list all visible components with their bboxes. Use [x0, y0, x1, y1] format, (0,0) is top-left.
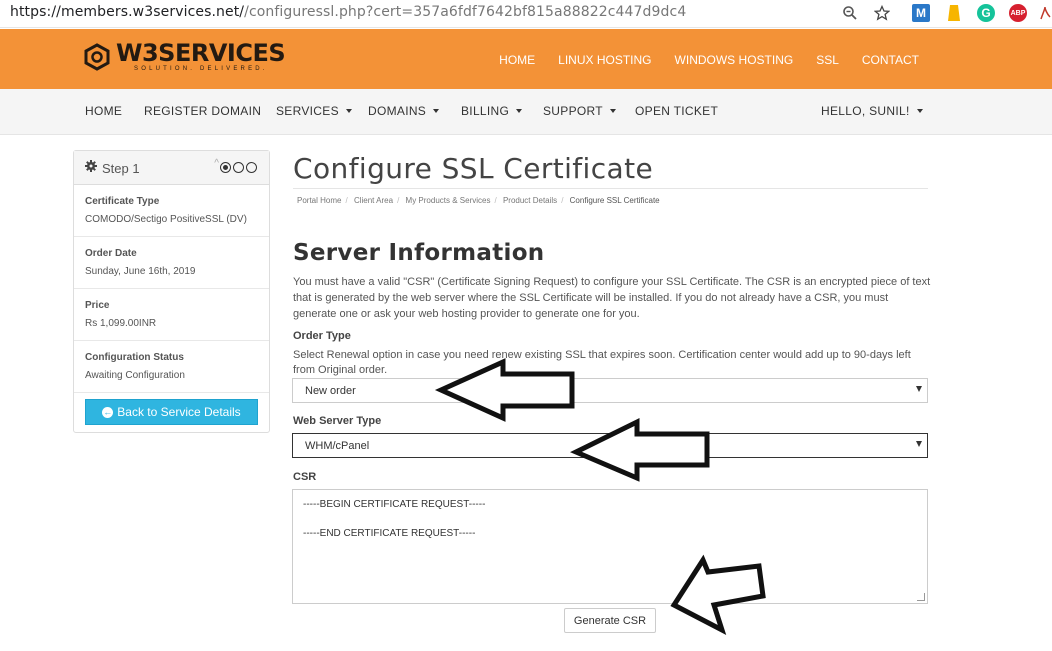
nav-support[interactable]: SUPPORT	[543, 104, 616, 118]
sidebar-item-value: Sunday, June 16th, 2019	[85, 266, 196, 277]
logo-tagline: SOLUTION. DELIVERED.	[134, 66, 268, 72]
nav-support-label: SUPPORT	[543, 104, 603, 118]
csr-label: CSR	[293, 471, 317, 483]
csr-end-line: -----END CERTIFICATE REQUEST-----	[303, 528, 476, 539]
back-to-service-details-button[interactable]: ← Back to Service Details	[85, 399, 258, 425]
sidebar-button-wrap: ← Back to Service Details	[74, 393, 269, 433]
resize-grip-icon[interactable]	[917, 593, 925, 601]
generate-csr-button[interactable]: Generate CSR	[564, 608, 656, 633]
csr-textarea[interactable]: -----BEGIN CERTIFICATE REQUEST----- ----…	[292, 489, 928, 604]
step-indicator	[220, 162, 257, 173]
url-path: /configuressl.php?cert=357a6fdf7642bf815…	[244, 4, 687, 20]
breadcrumb-separator: /	[561, 196, 564, 205]
caret-down-icon	[916, 109, 923, 113]
sidebar-header: Step 1 ^	[74, 151, 269, 185]
extension-keep-icon[interactable]	[944, 3, 964, 23]
sidebar-item-certificate-type: Certificate Type COMODO/Sectigo Positive…	[74, 185, 269, 237]
nav-billing[interactable]: BILLING	[461, 104, 523, 118]
nav-domains[interactable]: DOMAINS	[368, 104, 440, 118]
web-server-type-select[interactable]: WHM/cPanel	[292, 433, 928, 458]
step-dot-active	[220, 162, 231, 173]
caret-down-icon	[516, 109, 523, 113]
nav-register-domain-label: REGISTER DOMAIN	[144, 104, 262, 118]
gear-icon	[85, 160, 97, 175]
breadcrumb-separator: /	[494, 196, 497, 205]
caret-down-icon	[433, 109, 440, 113]
nav-open-ticket[interactable]: OPEN TICKET	[635, 104, 718, 118]
nav-domains-label: DOMAINS	[368, 104, 427, 118]
step-dot	[233, 162, 244, 173]
header-nav-windows-hosting[interactable]: WINDOWS HOSTING	[675, 53, 794, 67]
url-field[interactable]: https://members.w3services.net//configur…	[10, 4, 686, 20]
site-logo[interactable]: W3SERVICES SOLUTION. DELIVERED.	[82, 39, 286, 73]
nav-billing-label: BILLING	[461, 104, 510, 118]
nav-user-label: HELLO, SUNIL!	[821, 104, 910, 118]
header-nav-home[interactable]: HOME	[499, 53, 535, 67]
sidebar-item-label: Configuration Status	[85, 352, 184, 363]
sidebar-item-label: Order Date	[85, 248, 137, 259]
order-type-help: Select Renewal option in case you need r…	[293, 349, 911, 376]
nav-services-label: SERVICES	[276, 104, 339, 118]
client-area-nav: HOME REGISTER DOMAIN SERVICES DOMAINS BI…	[0, 89, 1052, 135]
sidebar-item-configuration-status: Configuration Status Awaiting Configurat…	[74, 341, 269, 393]
breadcrumb-separator: /	[345, 196, 348, 205]
header-nav-ssl[interactable]: SSL	[816, 53, 839, 67]
generate-csr-label: Generate CSR	[573, 614, 647, 627]
zoom-icon[interactable]	[840, 3, 860, 23]
header-nav-linux-hosting[interactable]: LINUX HOSTING	[558, 53, 651, 67]
caret-down-icon	[345, 109, 352, 113]
header-nav-contact[interactable]: CONTACT	[862, 53, 919, 67]
ssl-sidebar-panel: Step 1 ^ Certificate Type COMODO/Sectigo…	[73, 150, 270, 433]
web-server-type-label: Web Server Type	[293, 415, 382, 427]
page-title: Configure SSL Certificate	[293, 152, 654, 185]
sidebar-item-label: Price	[85, 300, 110, 311]
grammarly-icon[interactable]: G	[977, 4, 995, 22]
nav-home[interactable]: HOME	[85, 104, 122, 118]
nav-home-label: HOME	[85, 104, 123, 118]
pdf-extension-icon[interactable]	[1038, 3, 1052, 23]
logo-text: W3SERVICES	[116, 39, 286, 67]
sidebar-item-value: Awaiting Configuration	[85, 370, 185, 381]
caret-down-icon	[609, 109, 616, 113]
breadcrumb-separator: /	[397, 196, 400, 205]
logo-hex-icon	[84, 43, 110, 71]
nav-user-menu[interactable]: HELLO, SUNIL!	[821, 104, 923, 118]
web-server-type-value: WHM/cPanel	[305, 440, 370, 452]
order-type-value: New order	[305, 385, 356, 397]
sidebar-step-label: Step 1	[102, 161, 140, 176]
arrow-left-circle-icon: ←	[102, 406, 114, 418]
breadcrumb-client-area[interactable]: Client Area	[354, 196, 393, 205]
browser-address-bar: https://members.w3services.net//configur…	[0, 0, 1052, 28]
section-title: Server Information	[293, 240, 545, 266]
sidebar-item-value: COMODO/Sectigo PositiveSSL (DV)	[85, 214, 247, 225]
breadcrumb-portal-home[interactable]: Portal Home	[297, 196, 341, 205]
title-divider	[293, 188, 928, 189]
order-type-label: Order Type	[293, 330, 351, 342]
header-nav: HOME LINUX HOSTING WINDOWS HOSTING SSL C…	[499, 53, 919, 67]
sidebar-item-order-date: Order Date Sunday, June 16th, 2019	[74, 237, 269, 289]
extension-m-icon[interactable]: M	[912, 4, 930, 22]
sidebar-item-price: Price Rs 1,099.00INR	[74, 289, 269, 341]
adblock-icon[interactable]: ABP	[1009, 4, 1027, 22]
bookmark-star-icon[interactable]	[872, 3, 892, 23]
sidebar-item-value: Rs 1,099.00INR	[85, 318, 157, 329]
csr-begin-line: -----BEGIN CERTIFICATE REQUEST-----	[303, 499, 486, 510]
breadcrumb-current: Configure SSL Certificate	[569, 196, 660, 205]
dropdown-arrow-icon	[916, 386, 922, 392]
intro-text: You must have a valid "CSR" (Certificate…	[293, 276, 931, 320]
nav-open-ticket-label: OPEN TICKET	[635, 104, 719, 118]
nav-services[interactable]: SERVICES	[276, 104, 352, 118]
breadcrumb-product-details[interactable]: Product Details	[503, 196, 557, 205]
chevron-up-icon[interactable]: ^	[214, 158, 219, 169]
url-host: https://members.w3services.net/	[10, 4, 245, 20]
breadcrumb-my-products[interactable]: My Products & Services	[406, 196, 491, 205]
breadcrumb: Portal Home / Client Area / My Products & …	[297, 196, 660, 205]
step-dot	[246, 162, 257, 173]
back-button-label: Back to Service Details	[117, 405, 241, 419]
sidebar-item-label: Certificate Type	[85, 196, 160, 207]
nav-register-domain[interactable]: REGISTER DOMAIN	[144, 104, 261, 118]
site-header: W3SERVICES SOLUTION. DELIVERED. HOME LIN…	[0, 29, 1052, 89]
order-type-select[interactable]: New order	[292, 378, 928, 403]
dropdown-arrow-icon	[916, 441, 922, 447]
